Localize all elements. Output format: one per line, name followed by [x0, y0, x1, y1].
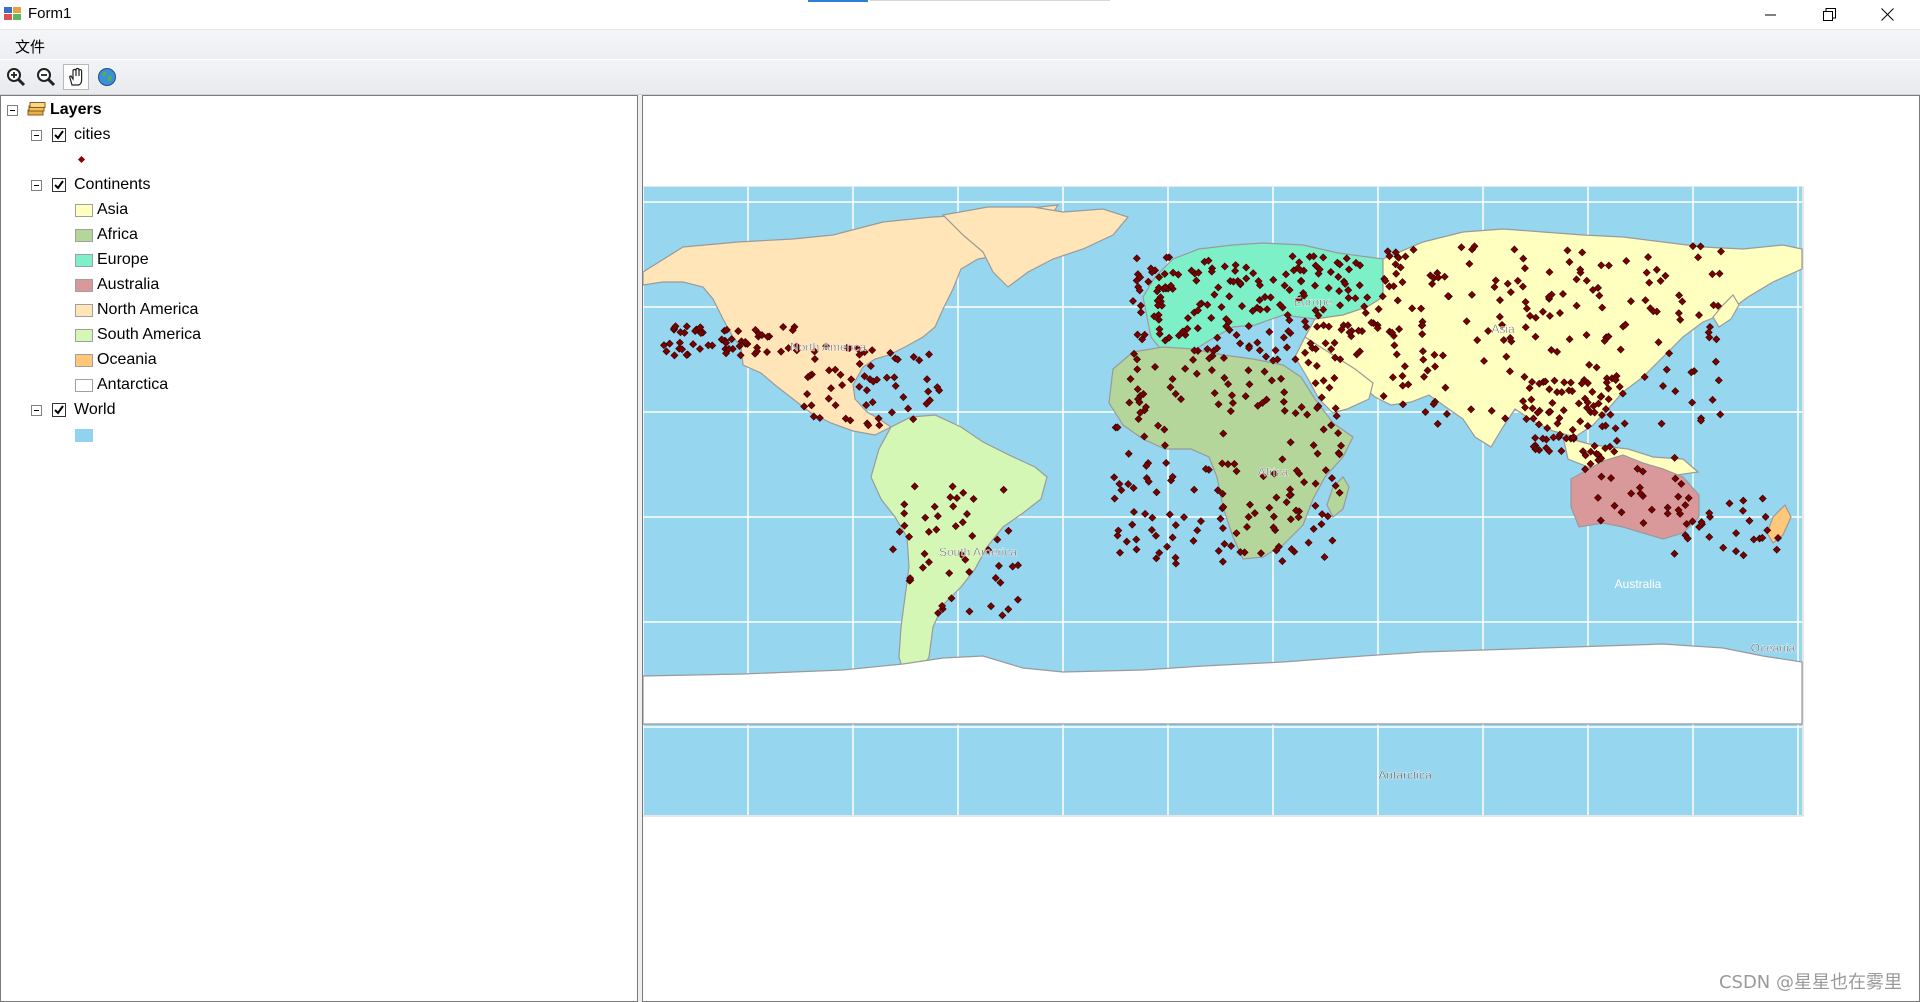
collapse-icon[interactable]	[31, 129, 42, 141]
minimize-icon	[1765, 14, 1776, 15]
layer-visibility-checkbox[interactable]	[52, 128, 66, 142]
title-bar: Form1	[0, 0, 1920, 30]
legend-class-antarctica: Antarctica	[75, 374, 168, 396]
legend-class-label: Oceania	[97, 351, 157, 368]
legend-swatch	[75, 278, 93, 292]
restore-icon	[1822, 8, 1836, 21]
layer-name-label: cities	[74, 126, 111, 143]
legend-swatch	[75, 203, 93, 217]
pan-button[interactable]	[63, 64, 89, 90]
zoom-in-icon	[7, 68, 26, 87]
layer-row-world[interactable]: World	[31, 399, 116, 421]
legend-swatch	[75, 353, 93, 367]
menu-bar: 文件	[0, 30, 1920, 59]
zoom-out-icon	[37, 68, 56, 87]
legend-swatch	[75, 328, 93, 342]
world-fill-swatch	[75, 428, 93, 442]
legend-class-label: Asia	[97, 201, 129, 218]
legend-class-label: South America	[97, 326, 202, 343]
legend-swatch	[75, 228, 93, 242]
map-label-australia: Australia	[1615, 577, 1662, 591]
close-button[interactable]	[1858, 0, 1916, 29]
legend-swatch	[75, 253, 93, 267]
map-label-europe: Europe	[1294, 295, 1333, 309]
map-control[interactable]: North America Europe Asia Africa South Ameri…	[642, 95, 1920, 1002]
title-accent-line	[870, 0, 1110, 1]
legend-class-north-america: North America	[75, 299, 198, 321]
minimize-button[interactable]	[1742, 0, 1800, 29]
restore-button[interactable]	[1800, 0, 1858, 29]
title-accent	[808, 0, 868, 2]
city-point-symbol	[77, 155, 86, 164]
layer-toc-panel: Layers cities Continents Asia Africa Europe Au…	[0, 95, 638, 1002]
legend-class-asia: Asia	[75, 199, 128, 221]
legend-class-label: Africa	[97, 226, 138, 243]
full-extent-globe-icon	[98, 68, 116, 86]
collapse-icon[interactable]	[7, 104, 18, 116]
map-label-south-america: South America	[939, 545, 1017, 559]
legend-class-oceania: Oceania	[75, 349, 157, 371]
legend-class-europe: Europe	[75, 249, 149, 271]
window-title: Form1	[28, 5, 72, 22]
layer-visibility-checkbox[interactable]	[52, 178, 66, 192]
layers-root-label: Layers	[50, 101, 102, 118]
legend-class-label: Antarctica	[97, 376, 169, 393]
toc-root[interactable]: Layers	[7, 99, 102, 121]
world-map[interactable]: North America Europe Asia Africa South Ameri…	[643, 96, 1919, 1001]
layer-name-label: World	[74, 401, 116, 418]
map-label-africa: Africa	[1258, 465, 1289, 479]
map-toolbar	[0, 60, 1920, 95]
cities-symbol-row	[77, 149, 87, 171]
legend-class-label: Europe	[97, 251, 149, 268]
map-label-asia: Asia	[1491, 322, 1515, 336]
menu-file[interactable]: 文件	[8, 34, 52, 59]
legend-swatch	[75, 378, 93, 392]
close-icon	[1880, 8, 1894, 21]
world-symbol-row	[75, 424, 93, 446]
collapse-icon[interactable]	[31, 179, 42, 191]
app-icon	[4, 7, 21, 20]
legend-class-australia: Australia	[75, 274, 159, 296]
watermark: CSDN @星星也在雾里	[1718, 972, 1902, 993]
layer-row-continents[interactable]: Continents	[31, 174, 151, 196]
full-extent-button[interactable]	[94, 64, 120, 90]
layer-row-cities[interactable]: cities	[31, 124, 110, 146]
legend-class-label: Australia	[97, 276, 160, 293]
map-label-oceania: Oceania	[1751, 641, 1796, 655]
map-label-north-america: North America	[790, 340, 866, 354]
legend-class-south-america: South America	[75, 324, 201, 346]
zoom-out-button[interactable]	[33, 64, 59, 90]
legend-class-label: North America	[97, 301, 199, 318]
collapse-icon[interactable]	[31, 404, 42, 416]
layers-icon	[27, 102, 46, 116]
legend-class-africa: Africa	[75, 224, 138, 246]
zoom-in-button[interactable]	[3, 64, 29, 90]
legend-swatch	[75, 303, 93, 317]
pan-hand-icon	[69, 67, 83, 86]
map-label-antarctica: Antarctica	[1378, 768, 1432, 782]
layer-visibility-checkbox[interactable]	[52, 403, 66, 417]
layer-name-label: Continents	[74, 176, 151, 193]
